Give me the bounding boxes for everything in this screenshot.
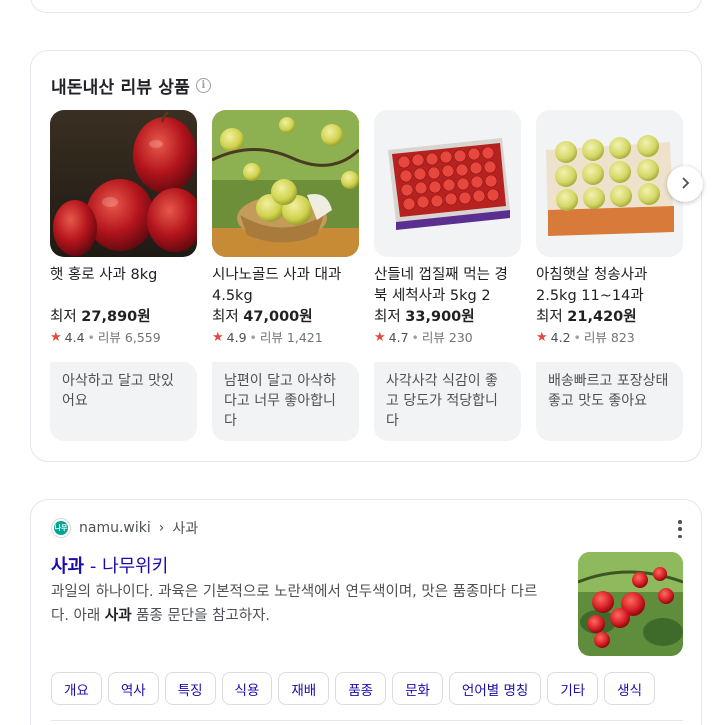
result-title-rest: - 나무위키 (84, 556, 169, 577)
chip-features[interactable]: 특징 (164, 672, 216, 705)
chip-varieties[interactable]: 품종 (335, 672, 387, 705)
breadcrumb-separator: › (158, 520, 165, 536)
info-icon[interactable]: i (195, 78, 211, 93)
separator-dot: • (411, 330, 419, 345)
section-title: 내돈내산 리뷰 상품 i (51, 73, 211, 98)
product-image[interactable] (536, 110, 683, 257)
price-prefix: 최저 (50, 309, 77, 325)
product-name[interactable]: 시나노골드 사과 대과 4.5kg (212, 265, 359, 307)
product-price: 최저 47,000원 (212, 307, 359, 328)
separator-dot: • (249, 330, 257, 345)
star-icon: ★ (212, 330, 224, 345)
product-name[interactable]: 햇 홍로 사과 8kg (50, 265, 197, 307)
price-prefix: 최저 (536, 309, 563, 325)
chip-overview[interactable]: 개요 (51, 672, 102, 705)
review-count: 리뷰 823 (583, 330, 635, 345)
result-thumbnail[interactable] (578, 552, 683, 656)
price-prefix: 최저 (212, 309, 239, 325)
price-value: 47,000원 (243, 309, 313, 325)
product-card[interactable]: 시나노골드 사과 대과 4.5kg 최저 47,000원 ★ 4.9 • 리뷰 … (212, 110, 359, 441)
chip-edible[interactable]: 식용 (221, 672, 273, 705)
product-rating: ★ 4.9 • 리뷰 1,421 (212, 328, 359, 348)
star-icon: ★ (50, 330, 62, 345)
review-snippet[interactable]: 남편이 달고 아삭하다고 너무 좋아합니다 (212, 362, 359, 441)
product-card[interactable]: 아침햇살 청송사과 2.5kg 11~14과 최저 21,420원 ★ 4.2 … (536, 110, 683, 441)
section-title-text: 내돈내산 리뷰 상품 (51, 78, 190, 98)
product-image[interactable] (212, 110, 359, 257)
review-snippet[interactable]: 배송빠르고 포장상태 좋고 맛도 좋아요 (536, 362, 683, 441)
section-chips: 개요 역사 특징 식용 재배 품종 문화 언어별 명칭 기타 생식 (51, 672, 655, 705)
chip-names-by-language[interactable]: 언어별 명칭 (448, 672, 542, 705)
product-price: 최저 21,420원 (536, 307, 683, 328)
chip-history[interactable]: 역사 (107, 672, 159, 705)
product-carousel: 햇 홍로 사과 8kg 최저 27,890원 ★ 4.4 • 리뷰 6,559 … (50, 110, 690, 445)
rating-score: 4.4 (64, 330, 85, 345)
review-count: 리뷰 1,421 (259, 330, 323, 345)
price-value: 33,900원 (405, 309, 475, 325)
result-title-bold: 사과 (51, 556, 85, 577)
review-snippet[interactable]: 아삭하고 달고 맛있어요 (50, 362, 197, 441)
chip-other[interactable]: 기타 (547, 672, 599, 705)
product-rating: ★ 4.2 • 리뷰 823 (536, 328, 683, 348)
carousel-next-button[interactable] (667, 166, 703, 202)
price-prefix: 최저 (374, 309, 401, 325)
rating-score: 4.7 (388, 330, 409, 345)
product-name[interactable]: 산들네 껍질째 먹는 경북 세척사과 5kg 2 (374, 265, 521, 307)
price-value: 21,420원 (567, 309, 637, 325)
review-snippet[interactable]: 사각사각 식감이 좋고 당도가 적당합니다 (374, 362, 521, 441)
separator-dot: • (87, 330, 95, 345)
price-value: 27,890원 (81, 309, 151, 325)
product-rating: ★ 4.4 • 리뷰 6,559 (50, 328, 197, 348)
separator-dot: • (573, 330, 581, 345)
star-icon: ★ (536, 330, 548, 345)
result-title-link[interactable]: 사과 - 나무위키 (51, 552, 168, 578)
review-count: 리뷰 230 (421, 330, 473, 345)
chevron-right-icon (678, 175, 692, 194)
result-source[interactable]: 나무 namu.wiki › 사과 (51, 518, 198, 538)
chip-culture[interactable]: 문화 (392, 672, 443, 705)
namu-wiki-favicon-icon: 나무 (51, 518, 71, 538)
wiki-result-card: 나무 namu.wiki › 사과 사과 - 나무위키 과일의 하나이다. 과육… (30, 499, 702, 725)
product-image[interactable] (374, 110, 521, 257)
previous-result-card (30, 0, 702, 13)
product-card[interactable]: 산들네 껍질째 먹는 경북 세척사과 5kg 2 최저 33,900원 ★ 4.… (374, 110, 521, 441)
chip-raw-eating[interactable]: 생식 (604, 672, 655, 705)
rating-score: 4.2 (550, 330, 571, 345)
review-count: 리뷰 6,559 (97, 330, 161, 345)
more-options-icon[interactable] (677, 520, 683, 538)
product-image[interactable] (50, 110, 197, 257)
review-products-card: 내돈내산 리뷰 상품 i 햇 홍로 사과 8kg 최저 27,890원 ★ 4.… (30, 50, 703, 462)
divider (51, 720, 683, 721)
breadcrumb-page: 사과 (172, 521, 199, 537)
product-price: 최저 27,890원 (50, 307, 197, 328)
source-domain[interactable]: namu.wiki (79, 520, 151, 536)
product-name[interactable]: 아침햇살 청송사과 2.5kg 11~14과 (536, 265, 683, 307)
chip-cultivation[interactable]: 재배 (278, 672, 330, 705)
result-snippet: 과일의 하나이다. 과육은 기본적으로 노란색에서 연두색이며, 맛은 품종마다… (51, 584, 538, 624)
product-rating: ★ 4.7 • 리뷰 230 (374, 328, 521, 348)
rating-score: 4.9 (226, 330, 247, 345)
product-price: 최저 33,900원 (374, 307, 521, 328)
star-icon: ★ (374, 330, 386, 345)
product-card[interactable]: 햇 홍로 사과 8kg 최저 27,890원 ★ 4.4 • 리뷰 6,559 … (50, 110, 197, 441)
